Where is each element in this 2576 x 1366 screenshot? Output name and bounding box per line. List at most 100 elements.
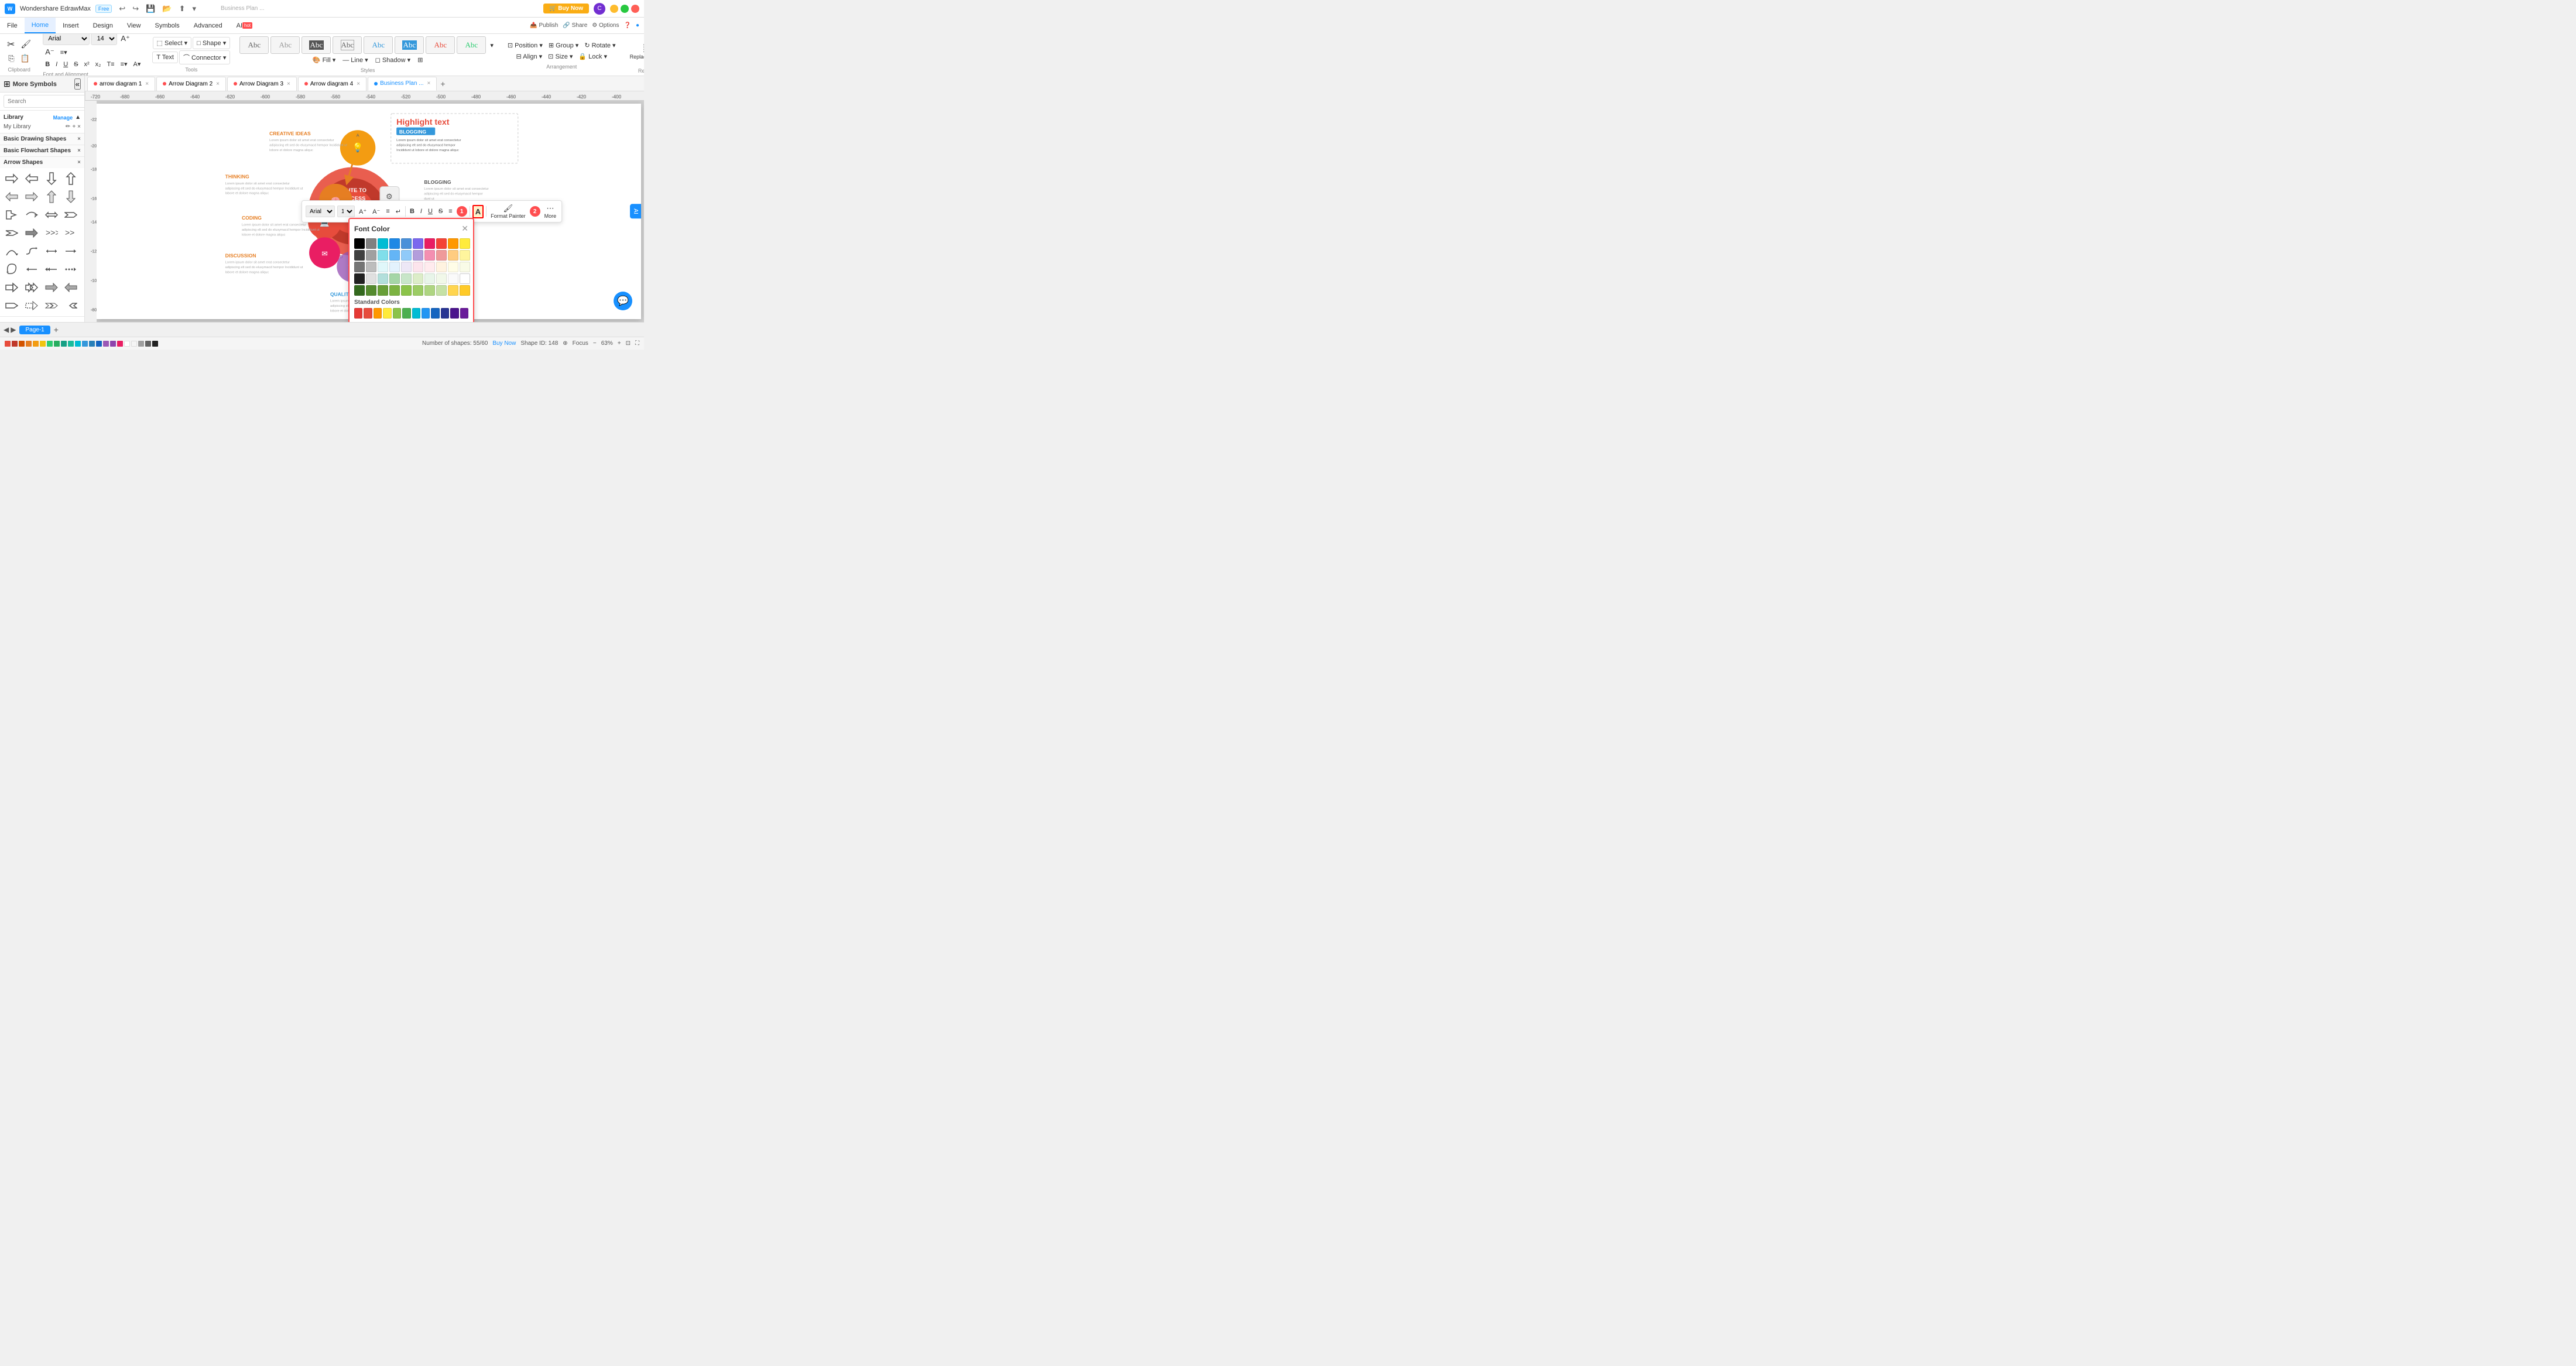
minimize-button[interactable] [610, 5, 618, 13]
shape-dbl-chevron[interactable]: >> [63, 225, 79, 241]
shape-bent-arrow-l[interactable] [4, 207, 20, 223]
shape-notch-right[interactable] [63, 207, 79, 223]
panel-collapse-button[interactable]: « [74, 78, 81, 90]
font-shrink-button[interactable]: A⁻ [43, 46, 57, 58]
sc-10[interactable] [68, 341, 74, 347]
chat-button[interactable]: 💬 [614, 292, 632, 310]
color-red2[interactable] [436, 250, 447, 261]
tab-bp[interactable]: Business Plan ... × [368, 77, 437, 91]
std-purple[interactable] [450, 308, 458, 319]
color-pink3[interactable] [413, 262, 423, 272]
color-green2[interactable] [401, 273, 412, 284]
color-blue5[interactable] [389, 262, 400, 272]
styles-more-button[interactable]: ▾ [488, 36, 496, 54]
library-header[interactable]: Library Manage ▲ [4, 112, 81, 122]
text-indent-button[interactable]: T≡ [104, 60, 117, 69]
styles-expand-button[interactable]: ⊞ [415, 55, 425, 65]
tab-close-3[interactable]: × [287, 81, 290, 87]
shape-arrow-fill[interactable] [23, 225, 40, 241]
italic-button[interactable]: I [53, 60, 60, 69]
color-cyan3[interactable] [378, 262, 388, 272]
shape-down-arrow2[interactable] [63, 189, 79, 205]
bullet-button[interactable]: ≡▾ [118, 59, 130, 69]
tab-arrow4[interactable]: Arrow diagram 4 × [298, 77, 366, 91]
sc-gray[interactable] [138, 341, 144, 347]
sc-13[interactable] [89, 341, 95, 347]
color-lightgray3[interactable] [366, 273, 376, 284]
shape-left-arrow-outline[interactable] [23, 170, 40, 187]
shape-dots-right[interactable] [63, 261, 79, 278]
color-red1[interactable] [436, 238, 447, 249]
float-strike-btn[interactable]: S [437, 207, 444, 216]
sc-11[interactable] [75, 341, 81, 347]
color-lightgreen[interactable] [436, 273, 447, 284]
page-nav-left[interactable]: ◀ [4, 326, 9, 334]
connector-button[interactable]: ⌒ Connector ▾ [179, 50, 230, 64]
sc-7[interactable] [47, 341, 53, 347]
color-lime3[interactable] [401, 285, 412, 296]
shape-curved-up[interactable] [4, 243, 20, 259]
select-button[interactable]: ⬚ Select ▾ [153, 37, 192, 49]
color-green3[interactable] [366, 285, 376, 296]
float-bold-btn[interactable]: B [408, 207, 416, 216]
color-lime2[interactable] [413, 273, 423, 284]
color-lime4[interactable] [413, 285, 423, 296]
std-violet[interactable] [460, 308, 468, 319]
tab-close-1[interactable]: × [145, 81, 149, 87]
style-swatch-4[interactable]: Abc [333, 36, 362, 54]
shape-right-filled[interactable] [43, 279, 60, 296]
float-format-painter-btn[interactable]: 🖌 Format Painter [489, 203, 527, 220]
canvas[interactable]: -220 -200 -180 -160 -140 -120 -100 -80 [85, 101, 644, 322]
help-btn[interactable]: ❓ [624, 22, 631, 29]
sc-3[interactable] [19, 341, 25, 347]
add-page-button[interactable]: + [54, 325, 59, 334]
sc-black[interactable] [152, 341, 158, 347]
color-black2[interactable] [354, 273, 365, 284]
std-green[interactable] [402, 308, 410, 319]
close-library-icon[interactable]: × [77, 124, 81, 130]
arrow-shapes-header[interactable]: Arrow Shapes × [0, 157, 84, 168]
shape-multi-arrow[interactable] [23, 279, 40, 296]
float-more-btn[interactable]: ⋯ More [543, 203, 559, 220]
menu-home[interactable]: Home [25, 18, 56, 33]
rotate-button[interactable]: ↻ Rotate ▾ [582, 40, 618, 50]
style-swatch-6[interactable]: Abc [395, 36, 424, 54]
shape-dotted-process[interactable] [23, 297, 40, 314]
open-button[interactable]: 📂 [160, 3, 174, 15]
color-darkgreen[interactable] [354, 285, 365, 296]
font-size-select[interactable]: 14 [91, 34, 117, 45]
font-color-close-button[interactable]: ✕ [461, 224, 468, 234]
shape-reverse-chevron[interactable] [63, 297, 79, 314]
group-button[interactable]: ⊞ Group ▾ [546, 40, 581, 50]
export-button[interactable]: ⬆ [177, 3, 188, 15]
fill-button[interactable]: 🎨 Fill ▾ [310, 55, 338, 65]
float-italic-btn[interactable]: I [419, 207, 424, 216]
shape-down-arrow[interactable] [43, 170, 60, 187]
shape-up-arrow2[interactable] [43, 189, 60, 205]
color-darkgray[interactable] [354, 250, 365, 261]
color-blue4[interactable] [401, 250, 412, 261]
menu-symbols[interactable]: Symbols [148, 18, 187, 33]
basic-drawing-header[interactable]: Basic Drawing Shapes × [0, 133, 84, 145]
sc-16[interactable] [110, 341, 116, 347]
shape-right-arrow2[interactable] [23, 189, 40, 205]
std-orange[interactable] [374, 308, 382, 319]
float-wrap-btn[interactable]: ↵ [394, 207, 403, 217]
float-bullet-btn[interactable]: ≡ [447, 207, 454, 216]
fit-screen-btn[interactable]: ⊡ [626, 340, 631, 347]
basic-drawing-close[interactable]: × [77, 136, 81, 142]
shape-curved-r[interactable] [23, 207, 40, 223]
style-swatch-5[interactable]: Abc [364, 36, 393, 54]
style-swatch-8[interactable]: Abc [457, 36, 486, 54]
buy-now-button[interactable]: 🛒 Buy Now [543, 4, 589, 13]
manage-btn[interactable]: Manage [53, 115, 73, 121]
paste-button[interactable]: 📋 [18, 53, 32, 64]
color-green5[interactable] [389, 285, 400, 296]
layers-icon[interactable]: ⊕ [563, 340, 567, 347]
float-list-btn[interactable]: ≡ [384, 207, 391, 216]
float-size-select[interactable]: 14 [337, 206, 355, 217]
color-purple3[interactable] [401, 262, 412, 272]
color-green1[interactable] [389, 273, 400, 284]
close-button[interactable] [631, 5, 639, 13]
style-swatch-2[interactable]: Abc [270, 36, 300, 54]
